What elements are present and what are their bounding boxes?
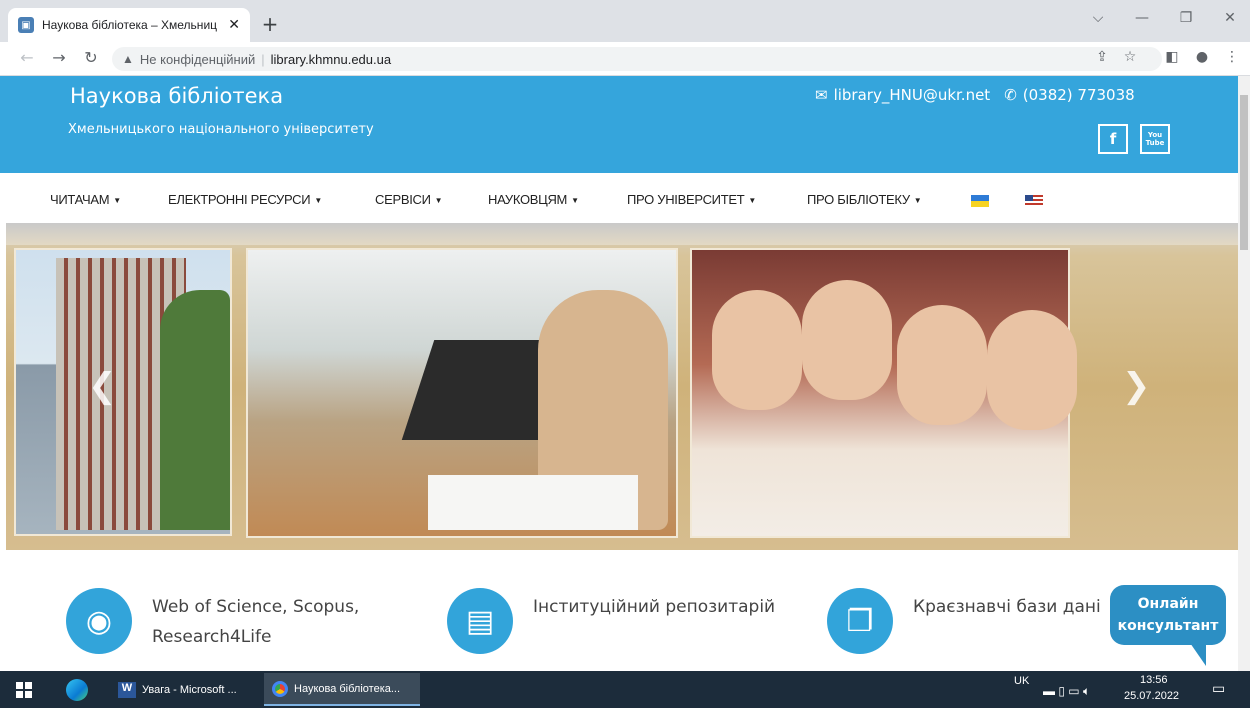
slider-prev-icon[interactable]: ❮ bbox=[88, 366, 117, 406]
online-consultant-button[interactable]: Онлайн консультант bbox=[1110, 585, 1226, 645]
tab-search-icon[interactable]: ⌵ bbox=[1078, 10, 1118, 26]
envelope-icon: ✉ bbox=[815, 86, 828, 104]
tab-title: Наукова бібліотека – Хмельниц bbox=[42, 18, 218, 32]
tab-close-icon[interactable]: ✕ bbox=[228, 17, 240, 33]
address-divider: | bbox=[261, 51, 265, 67]
nav-item-scientists[interactable]: НАУКОВЦЯМ ▼ bbox=[488, 192, 579, 207]
site-subtitle: Хмельницького національного університету bbox=[68, 122, 374, 137]
forward-icon[interactable]: → bbox=[48, 48, 70, 67]
nav-label: ПРО УНІВЕРСИТЕТ bbox=[627, 192, 745, 207]
feature-wos-scopus[interactable]: Web of Science, Scopus, Research4Life bbox=[152, 592, 359, 652]
scrollbar-thumb[interactable] bbox=[1240, 95, 1248, 250]
caret-down-icon: ▼ bbox=[748, 196, 756, 206]
share-icon[interactable]: ⇪ bbox=[1092, 49, 1112, 65]
feature-label: Інституційний репозитарій bbox=[533, 597, 776, 617]
english-flag-icon[interactable] bbox=[1025, 195, 1043, 207]
face-shape bbox=[987, 310, 1077, 430]
nav-label: ЕЛЕКТРОННІ РЕСУРСИ bbox=[168, 192, 311, 207]
clock-time[interactable]: 13:56 bbox=[1140, 674, 1168, 686]
caret-down-icon: ▼ bbox=[913, 196, 922, 206]
not-secure-icon: ▲ bbox=[122, 52, 134, 66]
word-icon: W bbox=[118, 681, 136, 698]
edge-icon[interactable] bbox=[66, 679, 88, 701]
students-group-photo bbox=[690, 248, 1077, 538]
input-language[interactable]: UK bbox=[1014, 675, 1029, 687]
consult-line1: Онлайн bbox=[1137, 596, 1199, 612]
address-bar[interactable]: ▲ Не конфіденційний | library.khmnu.edu.… bbox=[112, 47, 1162, 71]
reload-icon[interactable]: ↻ bbox=[80, 48, 102, 67]
profile-icon[interactable]: ● bbox=[1192, 49, 1212, 65]
side-panel-icon[interactable]: ◧ bbox=[1162, 49, 1182, 65]
ukrainian-flag-icon[interactable] bbox=[971, 195, 989, 207]
caret-down-icon: ▼ bbox=[113, 196, 121, 206]
nav-item-university[interactable]: ПРО УНІВЕРСИТЕТ ▼ bbox=[627, 192, 756, 207]
new-tab-button[interactable]: + bbox=[258, 12, 282, 36]
reading-room-photo bbox=[246, 248, 678, 538]
menu-kebab-icon[interactable]: ⋮ bbox=[1222, 49, 1242, 65]
security-label: Не конфіденційний bbox=[139, 51, 256, 67]
slider-shadow bbox=[6, 223, 1238, 245]
taskbar-app-label: Увага - Microsoft ... bbox=[142, 683, 237, 696]
site-title[interactable]: Наукова бібліотека bbox=[70, 84, 283, 108]
nav-label: СЕРВІСИ bbox=[375, 192, 431, 207]
nav-item-library[interactable]: ПРО БІБЛІОТЕКУ ▼ bbox=[807, 192, 922, 207]
feature-label: Web of Science, Scopus, bbox=[152, 597, 360, 617]
tree-shape bbox=[160, 290, 230, 530]
copy-icon[interactable]: ❐ bbox=[827, 588, 893, 654]
feature-label: Research4Life bbox=[152, 627, 272, 647]
facebook-icon[interactable]: f bbox=[1098, 124, 1128, 154]
caret-down-icon: ▼ bbox=[434, 196, 443, 206]
book-icon[interactable]: ▤ bbox=[447, 588, 513, 654]
windows-start-icon[interactable] bbox=[16, 682, 32, 698]
library-building-photo bbox=[14, 248, 232, 536]
url-text: library.khmnu.edu.ua bbox=[270, 51, 392, 67]
contact-info: ✉ library_HNU@ukr.net ✆ (0382) 773038 bbox=[815, 86, 1135, 104]
minimize-icon[interactable]: — bbox=[1122, 10, 1162, 26]
globe-icon[interactable]: ◉ bbox=[66, 588, 132, 654]
phone-icon: ✆ bbox=[1004, 86, 1017, 104]
youtube-icon[interactable]: You Tube bbox=[1140, 124, 1170, 154]
browser-tab[interactable]: ▣ Наукова бібліотека – Хмельниц ✕ bbox=[8, 8, 250, 42]
feature-repository[interactable]: Інституційний репозитарій bbox=[533, 592, 775, 622]
paper-shape bbox=[428, 475, 638, 530]
nav-item-services[interactable]: СЕРВІСИ ▼ bbox=[375, 192, 443, 207]
face-shape bbox=[802, 280, 892, 400]
feature-label: Краєзнавчі бази дані bbox=[913, 597, 1101, 617]
notifications-icon[interactable]: ▭ bbox=[1212, 680, 1225, 697]
taskbar-app-label: Наукова бібліотека... bbox=[294, 682, 401, 695]
taskbar-chrome[interactable]: Наукова бібліотека... bbox=[264, 673, 420, 706]
face-shape bbox=[897, 305, 987, 425]
phone-number: (0382) 773038 bbox=[1022, 86, 1135, 104]
feature-local-history[interactable]: Краєзнавчі бази дані bbox=[913, 592, 1101, 622]
caret-down-icon: ▼ bbox=[314, 196, 322, 206]
caret-down-icon: ▼ bbox=[571, 196, 579, 206]
email-link[interactable]: library_HNU@ukr.net bbox=[834, 86, 991, 104]
tray-icons[interactable]: ▬ ▯ ▭ 🔈︎ bbox=[1043, 684, 1090, 699]
nav-item-readers[interactable]: ЧИТАЧАМ ▼ bbox=[50, 192, 121, 207]
site-favicon-icon: ▣ bbox=[18, 17, 34, 33]
consult-bubble-tail bbox=[1188, 640, 1206, 666]
nav-label: ЧИТАЧАМ bbox=[50, 192, 110, 207]
consult-line2: консультант bbox=[1117, 618, 1219, 634]
chrome-icon bbox=[272, 680, 288, 697]
window-close-icon[interactable]: ✕ bbox=[1210, 10, 1250, 26]
clock-date[interactable]: 25.07.2022 bbox=[1124, 690, 1179, 702]
face-shape bbox=[712, 290, 802, 410]
nav-item-e-resources[interactable]: ЕЛЕКТРОННІ РЕСУРСИ ▼ bbox=[168, 192, 322, 207]
back-icon[interactable]: ← bbox=[16, 48, 38, 67]
nav-label: ПРО БІБЛІОТЕКУ bbox=[807, 192, 910, 207]
nav-label: НАУКОВЦЯМ bbox=[488, 192, 568, 207]
bookmark-star-icon[interactable]: ☆ bbox=[1120, 49, 1140, 65]
restore-icon[interactable]: ❐ bbox=[1166, 10, 1206, 26]
slider-next-icon[interactable]: ❯ bbox=[1122, 366, 1151, 406]
taskbar-word[interactable]: W Увага - Microsoft ... bbox=[110, 673, 256, 706]
